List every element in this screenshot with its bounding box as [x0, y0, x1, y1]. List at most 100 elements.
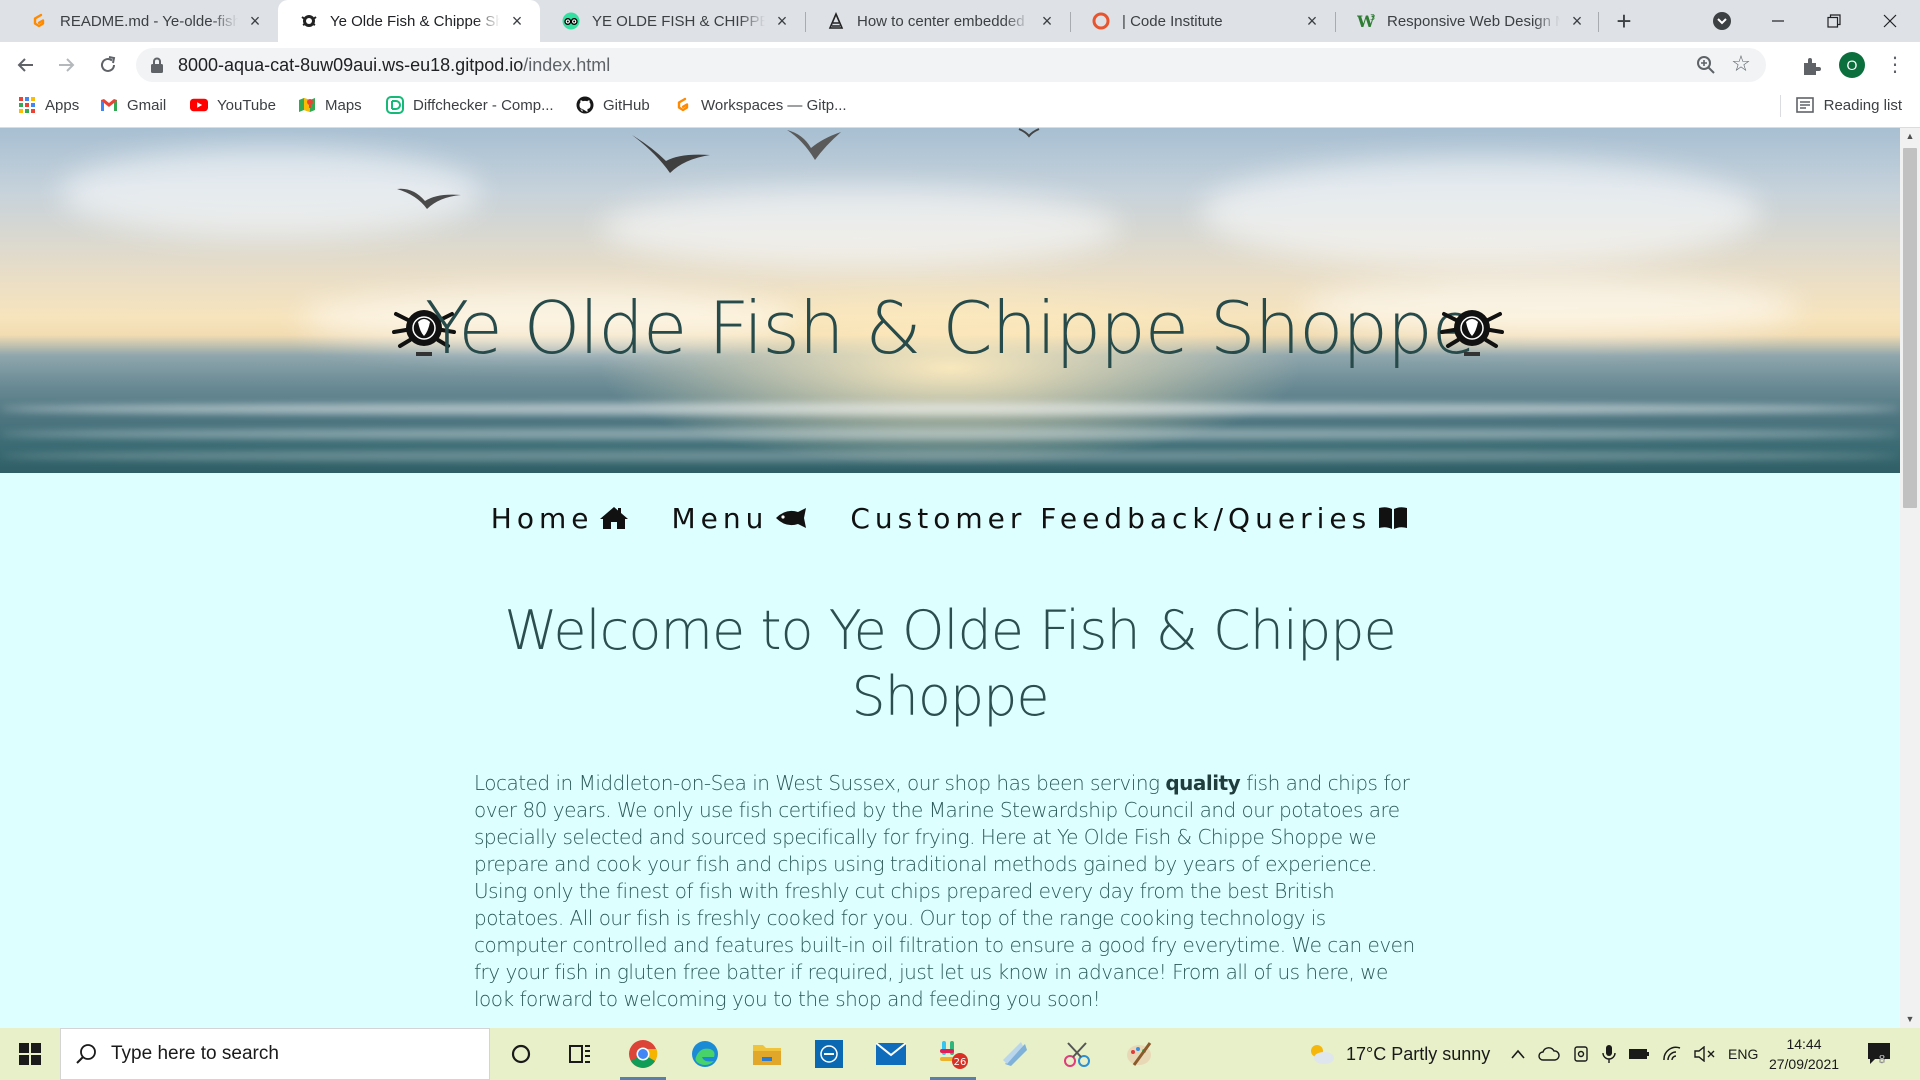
hero-cloud	[1200, 158, 1760, 268]
taskbar-mail[interactable]	[862, 1028, 920, 1080]
notifications-icon[interactable]: 8	[1866, 1040, 1892, 1066]
device-icon[interactable]	[1572, 1045, 1590, 1063]
minimize-button[interactable]	[1752, 0, 1804, 42]
page-scrollbar[interactable]: ▲ ▼	[1900, 128, 1920, 1028]
extensions-puzzle-icon[interactable]	[1800, 55, 1822, 77]
bookmark-youtube[interactable]: YouTube	[190, 88, 276, 122]
reload-button[interactable]	[94, 51, 122, 79]
scroll-thumb[interactable]	[1903, 148, 1917, 508]
tab-responsive-web-design[interactable]: W3 Responsive Web Design Me ×	[1335, 0, 1600, 42]
taskbar-paint[interactable]	[1110, 1028, 1168, 1080]
hero-wave	[0, 403, 1900, 415]
profile-avatar[interactable]: O	[1839, 52, 1865, 78]
seagull-image	[1018, 128, 1040, 138]
nav-home-link[interactable]: Home	[491, 502, 630, 535]
zoom-icon[interactable]	[1696, 55, 1716, 75]
search-placeholder: Type here to search	[111, 1043, 279, 1064]
bookmark-apps[interactable]: Apps	[18, 88, 79, 122]
bookmark-label: Apps	[45, 96, 80, 114]
close-icon[interactable]: ×	[1038, 12, 1056, 30]
close-icon[interactable]: ×	[1568, 12, 1586, 30]
taskbar-app-notes[interactable]	[986, 1028, 1044, 1080]
start-button[interactable]	[0, 1028, 60, 1080]
chevron-up-icon[interactable]	[1510, 1048, 1526, 1060]
minimize-icon	[1772, 20, 1784, 22]
taskbar-file-explorer[interactable]	[738, 1028, 796, 1080]
taskbar-chrome[interactable]	[614, 1028, 672, 1080]
bookmark-diffchecker[interactable]: Diffchecker - Comp...	[386, 88, 554, 122]
battery-icon[interactable]	[1628, 1048, 1650, 1060]
nav-label: Home	[490, 501, 594, 535]
scroll-down-arrow-icon[interactable]: ▼	[1900, 1011, 1920, 1028]
taskbar-slack[interactable]: 26	[924, 1028, 982, 1080]
seagull-image	[787, 130, 841, 160]
weather-widget[interactable]: 17°C Partly sunny	[1306, 1028, 1490, 1080]
tab-search-button[interactable]	[1696, 0, 1748, 42]
new-tab-button[interactable]: +	[1610, 8, 1638, 36]
bookmark-gitpod-workspaces[interactable]: Workspaces — Gitp...	[674, 88, 847, 122]
tab-ye-olde-fish[interactable]: Ye Olde Fish & Chippe Shop ×	[278, 0, 540, 42]
nav-label: Customer Feedback/Queries	[850, 501, 1372, 535]
bookmark-github[interactable]: GitHub	[576, 88, 650, 122]
close-icon[interactable]: ×	[773, 12, 791, 30]
task-view-icon	[569, 1045, 590, 1063]
wifi-icon[interactable]	[1662, 1046, 1682, 1062]
cortana-circle-icon	[511, 1044, 531, 1064]
onedrive-cloud-icon[interactable]	[1538, 1047, 1560, 1061]
bookmark-label: GitHub	[603, 96, 650, 114]
taskbar-search[interactable]: Type here to search	[60, 1028, 490, 1080]
close-window-button[interactable]	[1864, 0, 1916, 42]
reading-list-label: Reading list	[1823, 96, 1902, 114]
weather-text: 17°C Partly sunny	[1346, 1043, 1491, 1064]
windows-taskbar: Type here to search 26 17°C Partly sunny…	[0, 1028, 1920, 1080]
url-path: /index.html	[523, 55, 611, 75]
forward-button[interactable]	[52, 51, 80, 79]
scroll-up-arrow-icon[interactable]: ▲	[1900, 128, 1920, 145]
taskbar-edge[interactable]	[676, 1028, 734, 1080]
taskbar-clock[interactable]: 14:44 27/09/2021	[1766, 1028, 1842, 1080]
back-button[interactable]	[12, 51, 40, 79]
tab-separator	[805, 12, 806, 32]
gmail-icon	[100, 96, 118, 114]
tab-tripadvisor[interactable]: YE OLDE FISH & CHIPPE SH ×	[540, 0, 805, 42]
reading-list-button[interactable]: Reading list	[1795, 88, 1902, 122]
nav-menu-link[interactable]: Menu	[671, 502, 808, 535]
reading-list-icon	[1795, 97, 1814, 113]
address-bar[interactable]: 8000-aqua-cat-8uw09aui.ws-eu18.gitpod.io…	[136, 48, 1766, 82]
taskbar-snipping-tool[interactable]	[1048, 1028, 1106, 1080]
task-view-button[interactable]	[551, 1028, 609, 1080]
close-icon[interactable]: ×	[508, 12, 526, 30]
microphone-icon[interactable]	[1602, 1044, 1616, 1064]
nav-feedback-link[interactable]: Customer Feedback/Queries	[850, 502, 1409, 535]
browser-toolbar: 8000-aqua-cat-8uw09aui.ws-eu18.gitpod.io…	[0, 42, 1920, 88]
url-host: 8000-aqua-cat-8uw09aui.ws-eu18.gitpod.io	[178, 55, 524, 75]
chevron-down-icon	[1713, 12, 1731, 30]
close-icon[interactable]: ×	[1303, 12, 1321, 30]
bookmark-gmail[interactable]: Gmail	[100, 88, 166, 122]
taskbar-app-dell[interactable]	[800, 1028, 858, 1080]
maps-icon	[298, 96, 316, 114]
tab-center-embedded[interactable]: How to center embedded G ×	[805, 0, 1070, 42]
w-icon: W3	[1357, 12, 1375, 30]
hero-wave	[0, 428, 1900, 440]
tab-code-institute[interactable]: | Code Institute ×	[1070, 0, 1335, 42]
restore-button[interactable]	[1808, 0, 1860, 42]
page-viewport: Ye Olde Fish & Chippe Shoppe Home Menu C…	[0, 128, 1900, 1028]
bookmark-star-icon[interactable]: ☆	[1730, 53, 1752, 75]
app-window-icon	[815, 1040, 843, 1068]
book-open-icon	[1379, 507, 1408, 529]
more-menu-icon[interactable]: ⋮	[1885, 52, 1905, 78]
close-icon[interactable]: ×	[246, 12, 264, 30]
clock-date: 27/09/2021	[1768, 1056, 1840, 1072]
language-indicator[interactable]: ENG	[1728, 1046, 1758, 1062]
notification-count: 8	[1879, 1053, 1886, 1066]
bookmark-maps[interactable]: Maps	[298, 88, 362, 122]
search-icon	[76, 1044, 96, 1064]
speaker-muted-icon[interactable]	[1694, 1046, 1716, 1062]
tab-separator	[1335, 12, 1336, 32]
url-text: 8000-aqua-cat-8uw09aui.ws-eu18.gitpod.io…	[178, 48, 610, 82]
tab-readme[interactable]: README.md - Ye-olde-fish- ×	[8, 0, 278, 42]
tab-title: How to center embedded G	[857, 12, 1030, 30]
arrow-right-icon	[59, 58, 75, 72]
cortana-button[interactable]	[492, 1028, 550, 1080]
